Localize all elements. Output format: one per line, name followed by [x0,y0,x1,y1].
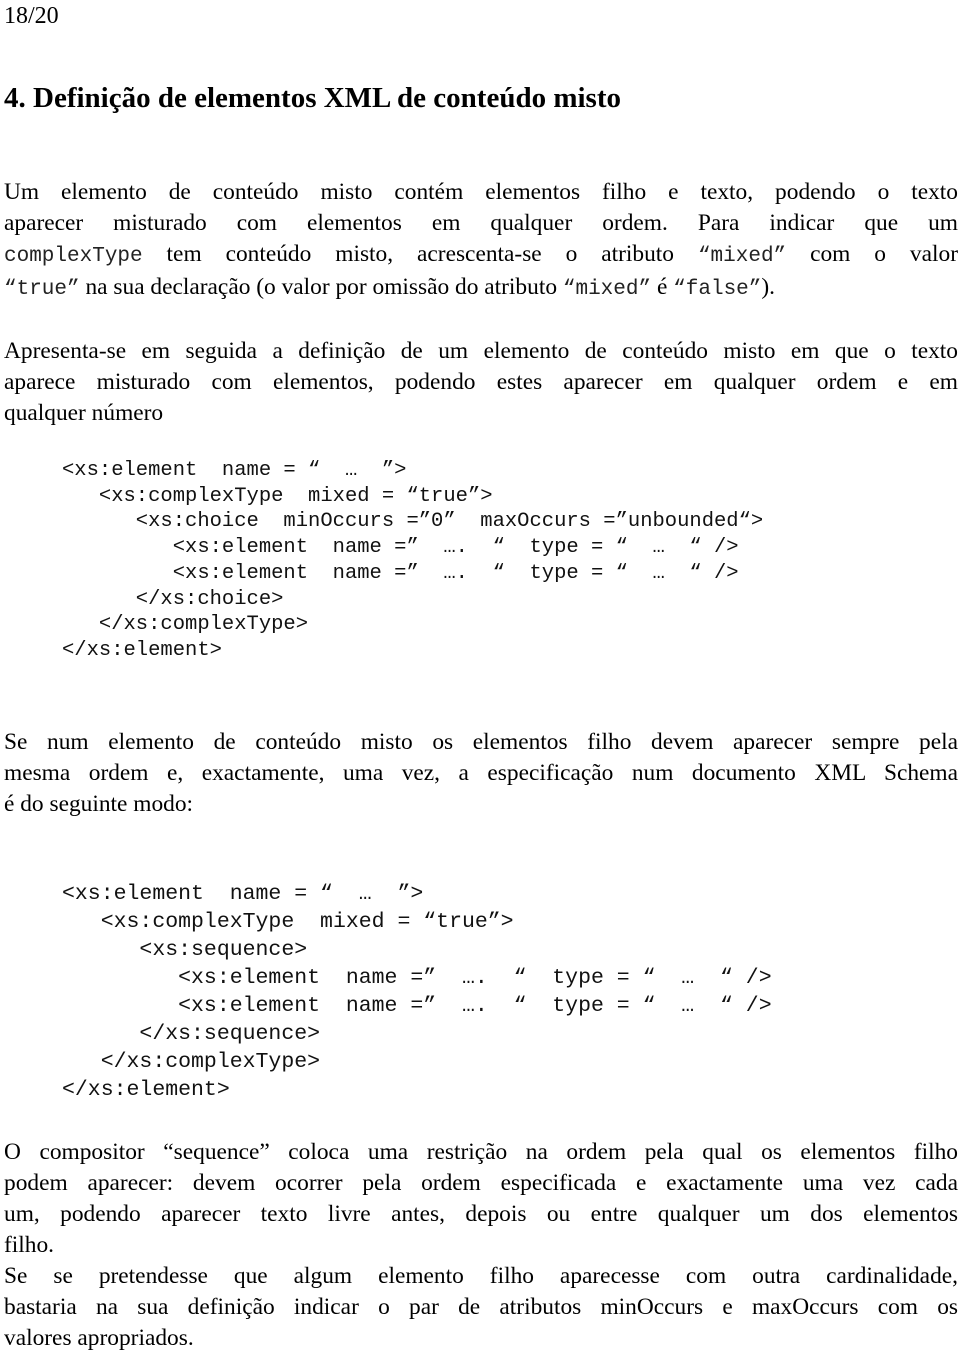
text-line: qualquer número [4,400,164,426]
text-line: Apresenta-se em seguida a definição de u… [4,338,958,364]
code-line: </xs:element> [62,1078,230,1102]
text-line: O compositor “sequence” coloca uma restr… [4,1139,958,1165]
text-fragment: na sua declaração (o valor por omissão d… [79,274,563,300]
paragraph-mixed-content-intro: Um elemento de conteúdo misto contém ele… [4,177,958,305]
text-line: é do seguinte modo: [4,791,194,817]
paragraph-cardinality: Se se pretendesse que algum elemento fil… [4,1261,958,1354]
code-line: </xs:complexType> [62,1050,321,1074]
text-fragment: é [651,274,674,300]
code-line: <xs:element name = “ … ”> [62,882,424,906]
code-block-choice: <xs:element name = “ … ”> <xs:complexTyp… [62,458,763,664]
text-line: “true” na sua declaração (o valor por om… [4,272,958,305]
text-line: filho. [4,1232,55,1258]
text-line: aparece misturado com elementos, podendo… [4,369,958,395]
text-line: aparecer misturado com elementos em qual… [4,210,958,236]
code-line: <xs:choice minOccurs =”0” maxOccurs =”un… [62,510,764,534]
code-block-sequence: <xs:element name = “ … ”> <xs:complexTyp… [62,880,772,1104]
inline-code-false: “false” [673,278,762,301]
code-line: <xs:complexType mixed = “true”> [62,484,493,508]
paragraph-sequence-explanation: O compositor “sequence” coloca uma restr… [4,1137,958,1261]
text-line: podem aparecer: devem ocorrer pela ordem… [4,1170,958,1196]
code-line: </xs:sequence> [62,1022,321,1046]
text-line: mesma ordem e, exactamente, uma vez, a e… [4,760,958,786]
paragraph-choice-intro: Apresenta-se em seguida a definição de u… [4,336,958,429]
inline-code-true: “true” [4,278,80,301]
text-line: complexType tem conteúdo misto, acrescen… [4,239,958,272]
code-line: <xs:sequence> [62,938,308,962]
section-heading: 4. Definição de elementos XML de conteúd… [4,82,621,114]
code-line: <xs:element name = “ … ”> [62,459,407,482]
text-line: um, podendo aparecer texto livre antes, … [4,1201,958,1227]
code-line: <xs:complexType mixed = “true”> [62,910,514,934]
inline-code-mixed: “mixed” [697,245,787,268]
page-number: 18/20 [4,3,59,29]
code-line: <xs:element name =” …. “ type = “ … “ /> [62,966,772,990]
code-line: </xs:choice> [62,587,284,611]
text-fragment: ). [761,274,776,300]
text-fragment: tem conteúdo misto, acrescenta-se o atri… [142,241,698,267]
text-line: Se num elemento de conteúdo misto os ele… [4,729,958,755]
code-line: <xs:element name =” …. “ type = “ … “ /> [62,994,772,1018]
inline-code-complextype: complexType [4,245,143,268]
text-line: bastaria na sua definição indicar o par … [4,1294,958,1320]
code-line: </xs:complexType> [62,613,309,637]
text-line: Se se pretendesse que algum elemento fil… [4,1263,958,1289]
code-line: <xs:element name =” …. “ type = “ … “ /> [62,561,739,585]
text-fragment: com o valor [786,241,958,267]
inline-code-mixed: “mixed” [562,278,652,301]
text-line: valores apropriados. [4,1325,194,1351]
paragraph-sequence-intro: Se num elemento de conteúdo misto os ele… [4,727,958,820]
code-line: </xs:element> [62,638,222,662]
text-line: Um elemento de conteúdo misto contém ele… [4,179,958,205]
code-line: <xs:element name =” …. “ type = “ … “ /> [62,536,739,560]
